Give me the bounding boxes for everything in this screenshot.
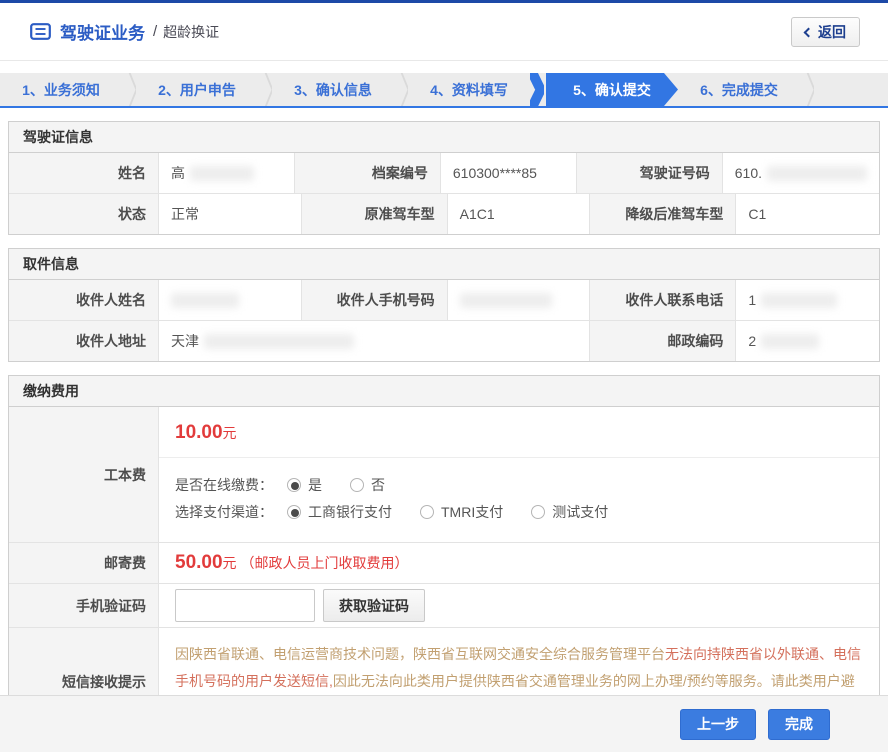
channel-tmri-option[interactable]: TMRI支付 [420, 502, 503, 522]
captcha-input[interactable] [175, 589, 315, 622]
chevron-left-icon [804, 27, 814, 37]
mail-fee-amount: 50.00元 （邮政人员上门收取费用） [159, 543, 879, 583]
radio-unchecked-icon[interactable] [350, 478, 364, 492]
table-row: 收件人姓名 收件人手机号码 收件人联系电话 1 [9, 280, 879, 320]
payment-section-title: 缴纳费用 [9, 376, 879, 407]
recipient-phone-value: 1 [736, 280, 879, 320]
redacted-recipient-address [204, 334, 354, 349]
downgraded-class-value: C1 [736, 194, 879, 234]
step-separator [122, 73, 136, 106]
redacted-recipient-mobile [460, 293, 552, 308]
name-value: 高 [159, 153, 295, 193]
online-pay-no-option[interactable]: 否 [350, 475, 385, 495]
pay-channel-question-row: 选择支付渠道： 工商银行支付 TMRI支付 测试支付 [175, 502, 863, 522]
name-label: 姓名 [9, 153, 159, 193]
channel-icbc-label: 工商银行支付 [308, 502, 392, 522]
card-fee-amount: 10.00元 [159, 407, 879, 458]
online-pay-no-label: 否 [371, 475, 385, 495]
page-header: 驾驶证业务 / 超龄换证 返回 [0, 3, 888, 61]
pay-channel-question: 选择支付渠道： [175, 502, 273, 522]
recipient-address-value: 天津 [159, 321, 590, 361]
postal-code-value: 2 [736, 321, 879, 361]
wizard-filler [814, 73, 888, 106]
recipient-address-label: 收件人地址 [9, 321, 159, 361]
online-pay-yes-label: 是 [308, 475, 322, 495]
postal-code-label: 邮政编码 [590, 321, 736, 361]
redacted-recipient-name [171, 293, 239, 308]
mail-fee-label: 邮寄费 [9, 543, 159, 583]
redacted-postal-code [761, 334, 819, 349]
redacted-name [190, 166, 254, 181]
step-6-complete-submit[interactable]: 6、完成提交 [678, 73, 800, 106]
channel-test-option[interactable]: 测试支付 [531, 502, 608, 522]
recipient-phone-label: 收件人联系电话 [590, 280, 736, 320]
license-no-label: 驾驶证号码 [577, 153, 723, 193]
active-step-pointer [530, 73, 544, 106]
file-no-label: 档案编号 [295, 153, 441, 193]
recipient-name-value [159, 280, 302, 320]
breadcrumb-separator: / [153, 23, 157, 40]
card-fee-row: 工本费 10.00元 是否在线缴费： 是 否 选择 [9, 407, 879, 542]
step-2-user-declaration[interactable]: 2、用户申告 [136, 73, 258, 106]
radio-checked-icon[interactable] [287, 478, 301, 492]
online-pay-question: 是否在线缴费： [175, 475, 273, 495]
step-3-confirm-info[interactable]: 3、确认信息 [272, 73, 394, 106]
recipient-mobile-label: 收件人手机号码 [302, 280, 448, 320]
back-button-label: 返回 [818, 22, 846, 42]
mail-fee-row: 邮寄费 50.00元 （邮政人员上门收取费用） [9, 542, 879, 583]
radio-checked-icon[interactable] [287, 505, 301, 519]
step-5-confirm-submit[interactable]: 5、确认提交 [546, 73, 678, 106]
action-footer: 上一步 完成 [0, 695, 888, 752]
table-row: 姓名 高 档案编号 610300****85 驾驶证号码 610. [9, 153, 879, 193]
step-4-fill-data[interactable]: 4、资料填写 [408, 73, 530, 106]
breadcrumb: 超龄换证 [163, 22, 219, 42]
table-row: 收件人地址 天津 邮政编码 2 [9, 320, 879, 361]
pickup-section-title: 取件信息 [9, 249, 879, 280]
prev-step-button[interactable]: 上一步 [680, 709, 756, 740]
step-separator [258, 73, 272, 106]
license-info-section: 驾驶证信息 姓名 高 档案编号 610300****85 驾驶证号码 610. … [8, 121, 880, 235]
card-fee-label: 工本费 [9, 407, 159, 542]
step-wizard: 1、业务须知 2、用户申告 3、确认信息 4、资料填写 5、确认提交 6、完成提… [0, 73, 888, 108]
pickup-info-section: 取件信息 收件人姓名 收件人手机号码 收件人联系电话 1 收件人地址 天津 邮政… [8, 248, 880, 362]
table-row: 状态 正常 原准驾车型 A1C1 降级后准驾车型 C1 [9, 193, 879, 234]
file-no-value: 610300****85 [441, 153, 577, 193]
channel-icbc-option[interactable]: 工商银行支付 [287, 502, 392, 522]
back-button[interactable]: 返回 [791, 17, 860, 47]
downgraded-class-label: 降级后准驾车型 [590, 194, 736, 234]
online-pay-question-row: 是否在线缴费： 是 否 [175, 475, 863, 495]
radio-unchecked-icon[interactable] [531, 505, 545, 519]
list-card-icon [30, 23, 51, 40]
step-1-business-notice[interactable]: 1、业务须知 [0, 73, 122, 106]
get-code-button[interactable]: 获取验证码 [323, 589, 425, 622]
redacted-recipient-phone [761, 293, 837, 308]
channel-test-label: 测试支付 [552, 502, 608, 522]
license-no-value: 610. [723, 153, 879, 193]
finish-button[interactable]: 完成 [768, 709, 830, 740]
recipient-name-label: 收件人姓名 [9, 280, 159, 320]
captcha-row: 手机验证码 获取验证码 [9, 583, 879, 627]
step-separator [394, 73, 408, 106]
step-separator [800, 73, 814, 106]
captcha-label: 手机验证码 [9, 584, 159, 627]
mail-fee-note: （邮政人员上门收取费用） [241, 553, 409, 573]
recipient-mobile-value [448, 280, 591, 320]
payment-section: 缴纳费用 工本费 10.00元 是否在线缴费： 是 否 [8, 375, 880, 736]
radio-unchecked-icon[interactable] [420, 505, 434, 519]
status-label: 状态 [9, 194, 159, 234]
redacted-license-no [767, 166, 867, 181]
status-value: 正常 [159, 194, 302, 234]
online-pay-yes-option[interactable]: 是 [287, 475, 322, 495]
page-title: 驾驶证业务 [60, 19, 145, 44]
orig-class-label: 原准驾车型 [302, 194, 448, 234]
license-section-title: 驾驶证信息 [9, 122, 879, 153]
channel-tmri-label: TMRI支付 [441, 502, 503, 522]
orig-class-value: A1C1 [448, 194, 591, 234]
